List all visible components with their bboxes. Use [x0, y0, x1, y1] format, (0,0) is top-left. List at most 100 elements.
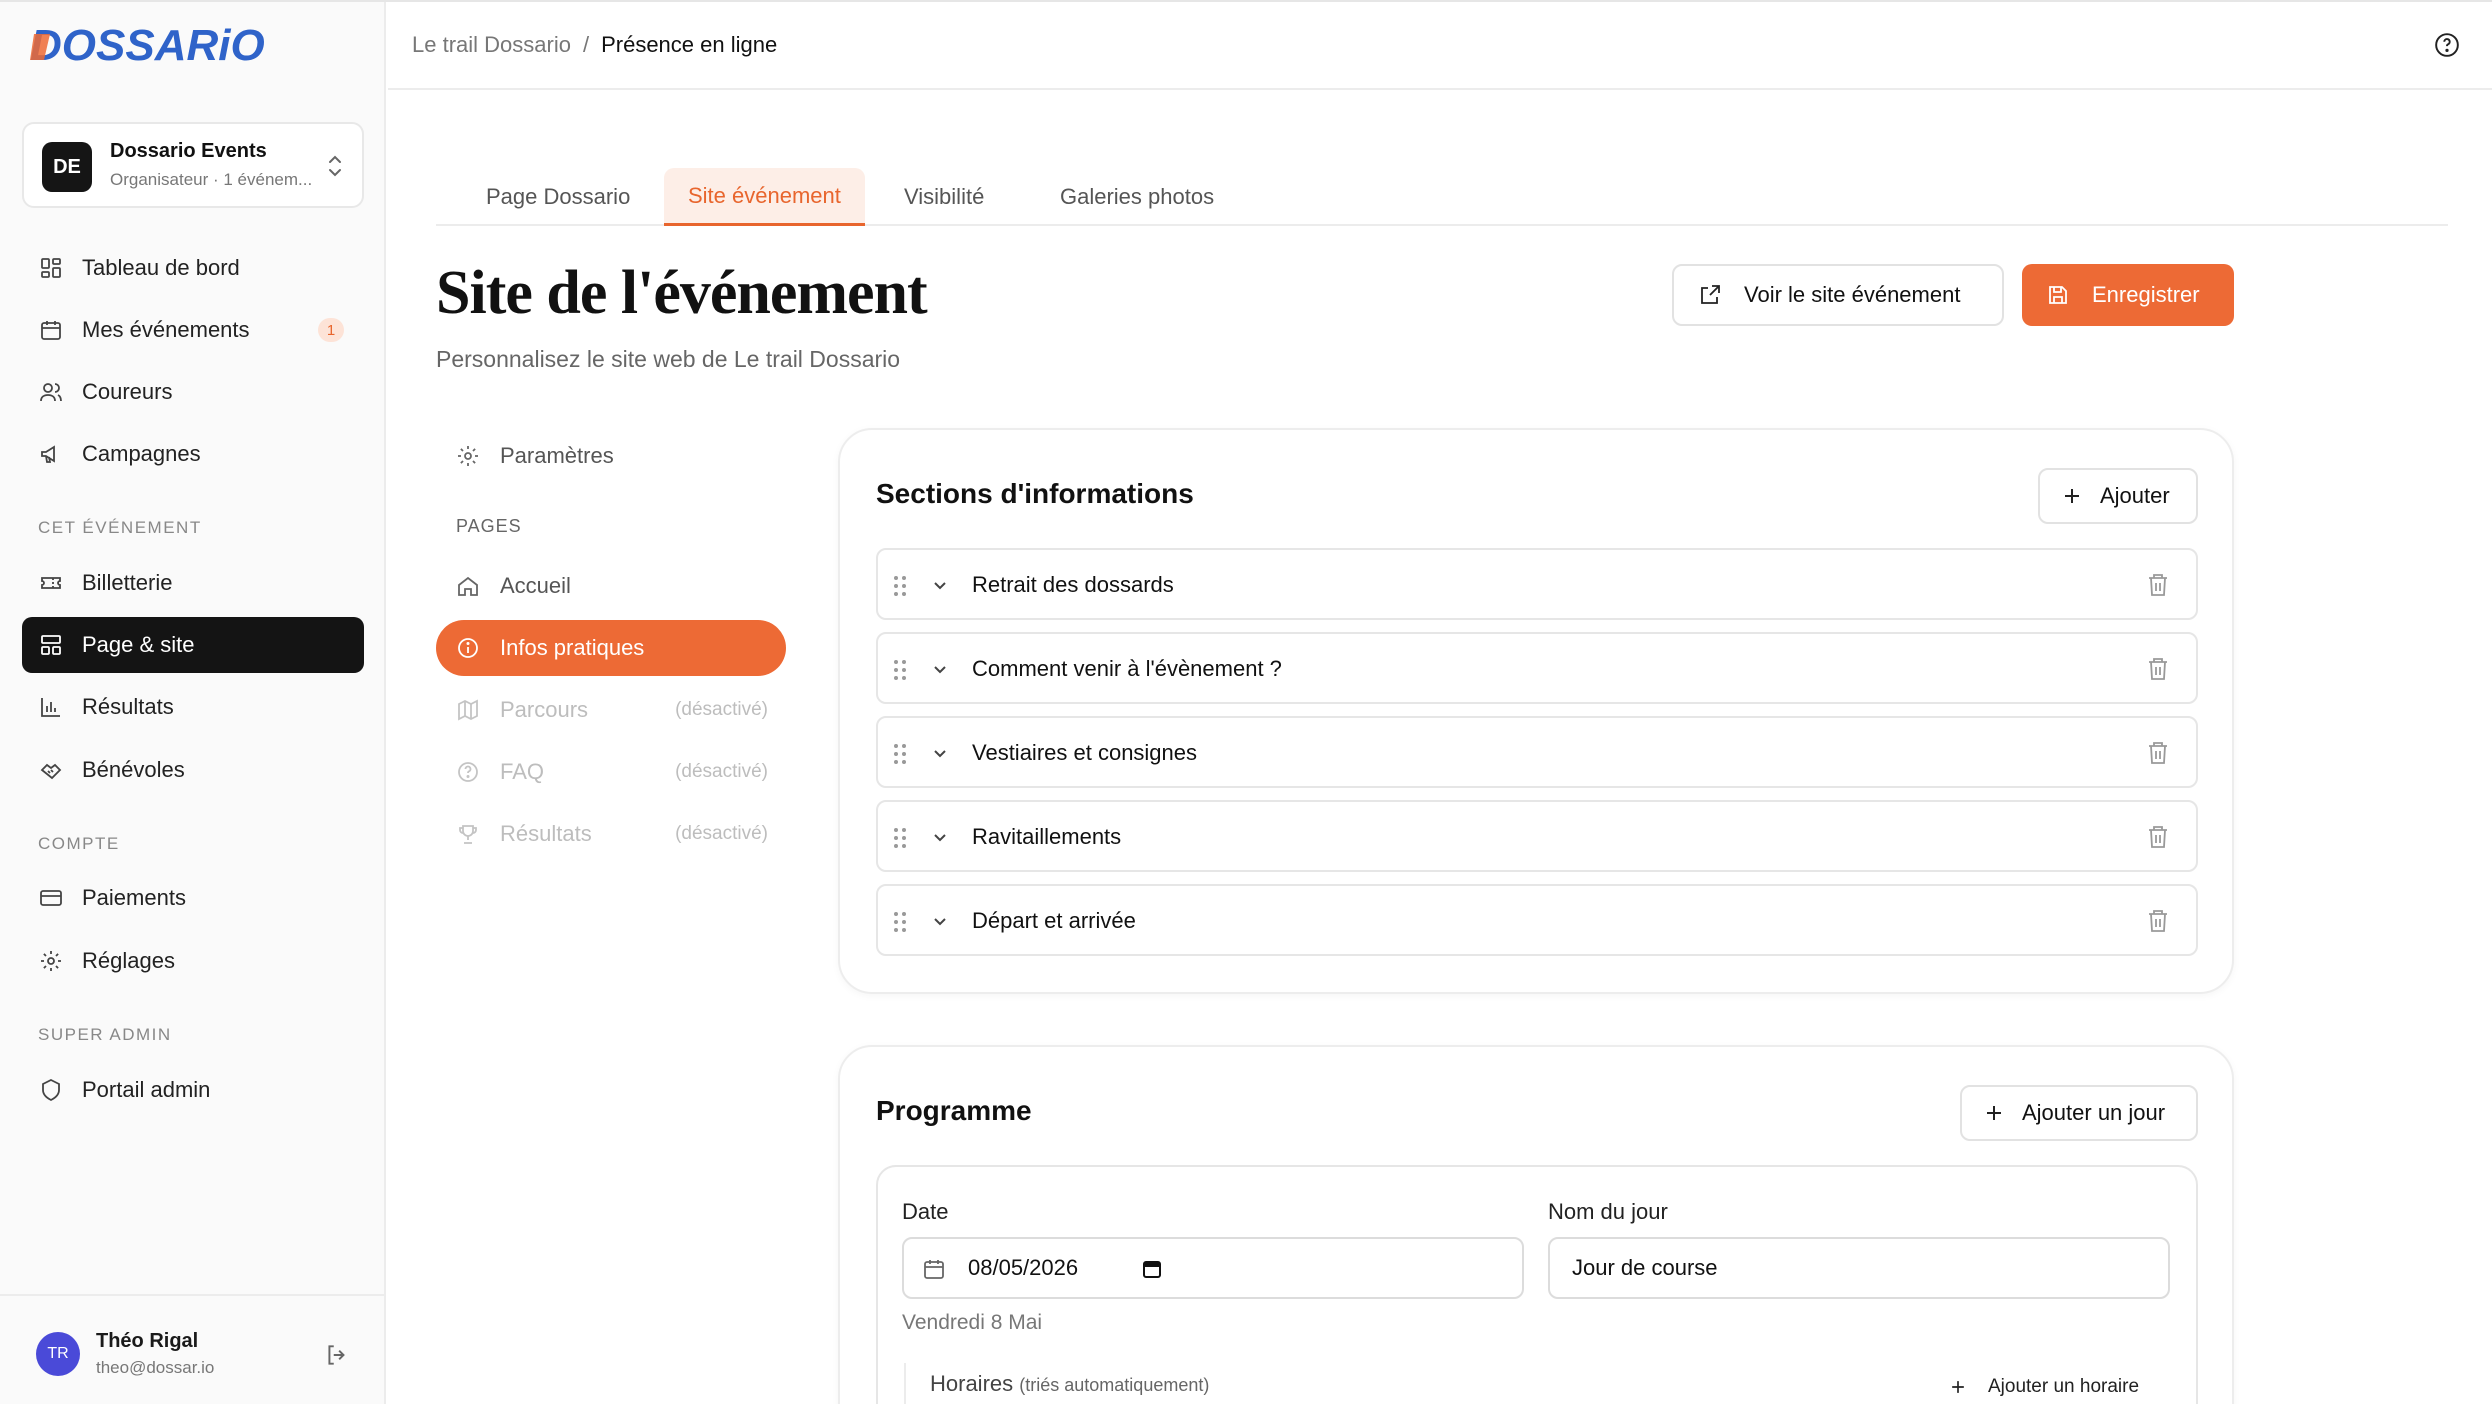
section-label-admin: SUPER ADMIN [38, 1025, 172, 1044]
sidebar-item-runners[interactable]: Coureurs [22, 364, 364, 420]
save-icon [2049, 286, 2067, 304]
chevrons-up-down-icon [329, 155, 341, 177]
sidebar-item-label: Coureurs [82, 379, 173, 404]
sidebar-item-payments[interactable]: Paiements [22, 870, 364, 926]
date-picker-icon[interactable] [1140, 1257, 1164, 1281]
section-name: Départ et arrivée [972, 908, 1136, 933]
sidebar-item-label: Tableau de bord [82, 255, 240, 280]
sidebar-item-dashboard[interactable]: Tableau de bord [22, 240, 364, 296]
programme-card: Programme Ajouter un jour Date 08/05/202… [838, 1045, 2234, 1404]
subnav-page-course[interactable]: Parcours (désactivé) [436, 682, 786, 738]
add-schedule-button[interactable]: Ajouter un horaire [1948, 1367, 2139, 1404]
gear-icon [458, 446, 478, 466]
tab-visibility[interactable]: Visibilité [880, 168, 1008, 226]
add-day-label: Ajouter un jour [2022, 1100, 2166, 1125]
info-sections-card: Sections d'informations Ajouter Retrait … [838, 428, 2234, 994]
sidebar-item-campaigns[interactable]: Campagnes [22, 426, 364, 482]
logout-icon[interactable] [324, 1342, 350, 1368]
sidebar-item-events[interactable]: Mes événements 1 [22, 302, 364, 358]
trash-icon[interactable] [2146, 908, 2170, 934]
subnav-page-practical-info[interactable]: Infos pratiques [436, 620, 786, 676]
breadcrumb: Le trail Dossario / Présence en ligne [412, 32, 777, 58]
section-name: Comment venir à l'évènement ? [972, 656, 1282, 681]
sidebar-item-label: Campagnes [82, 441, 201, 466]
subnav-settings-label: Paramètres [500, 443, 614, 468]
layout-icon [38, 632, 64, 658]
user-profile: TR Théo Rigal theo@dossar.io [0, 1294, 386, 1404]
programme-day: Date 08/05/2026 Vendredi 8 Mai Nom du jo… [876, 1165, 2198, 1404]
trash-icon[interactable] [2146, 656, 2170, 682]
date-hint: Vendredi 8 Mai [902, 1311, 1043, 1334]
drag-handle-icon[interactable] [892, 910, 908, 934]
tab-page-dossario[interactable]: Page Dossario [462, 168, 654, 226]
chevron-down-icon[interactable] [930, 660, 950, 680]
list-item[interactable]: Ravitaillements [876, 800, 2198, 872]
sidebar-item-label: Bénévoles [82, 757, 185, 782]
sidebar-item-label: Page & site [82, 632, 195, 657]
drag-handle-icon[interactable] [892, 826, 908, 850]
org-subtitle: Organisateur · 1 événem... [110, 170, 313, 189]
organization-switcher[interactable]: DE Dossario Events Organisateur · 1 évén… [22, 122, 364, 208]
subnav-page-home[interactable]: Accueil [436, 558, 786, 614]
section-name: Ravitaillements [972, 824, 1122, 849]
calendar-icon [38, 317, 64, 343]
drag-handle-icon[interactable] [892, 742, 908, 766]
trash-icon[interactable] [2146, 740, 2170, 766]
chevron-down-icon[interactable] [930, 576, 950, 596]
sidebar-item-ticketing[interactable]: Billetterie [22, 555, 364, 611]
org-avatar: DE [42, 142, 92, 192]
drag-handle-icon[interactable] [892, 574, 908, 598]
tab-photo-galleries[interactable]: Galeries photos [1036, 168, 1238, 226]
sidebar-item-settings[interactable]: Réglages [22, 933, 364, 989]
drag-handle-icon[interactable] [892, 658, 908, 682]
subnav-settings[interactable]: Paramètres [436, 428, 786, 484]
add-section-label: Ajouter [2100, 483, 2170, 508]
day-name-input[interactable]: Jour de course [1548, 1237, 2170, 1299]
chevron-down-icon[interactable] [930, 744, 950, 764]
sidebar: DOSSARiO DE Dossario Events Organisateur… [0, 2, 386, 1404]
list-item[interactable]: Vestiaires et consignes [876, 716, 2198, 788]
list-item[interactable]: Retrait des dossards [876, 548, 2198, 620]
handshake-icon [38, 757, 64, 783]
add-section-button[interactable]: Ajouter [2038, 468, 2198, 524]
dashboard-icon [38, 255, 64, 281]
subnav-page-results[interactable]: Résultats (désactivé) [436, 806, 786, 862]
sidebar-item-admin-portal[interactable]: Portail admin [22, 1062, 364, 1118]
sidebar-item-label: Mes événements [82, 317, 250, 342]
tab-event-site[interactable]: Site événement [664, 168, 865, 226]
pages-section-label: PAGES [456, 516, 522, 536]
breadcrumb-current: Présence en ligne [601, 32, 778, 57]
org-name: Dossario Events [110, 140, 267, 162]
trash-icon[interactable] [2146, 824, 2170, 850]
save-label: Enregistrer [2092, 282, 2200, 307]
trash-icon[interactable] [2146, 572, 2170, 598]
home-icon [458, 576, 478, 596]
breadcrumb-parent[interactable]: Le trail Dossario [412, 32, 571, 58]
chevron-down-icon[interactable] [930, 828, 950, 848]
page-title: Site de l'événement [436, 259, 928, 327]
add-day-button[interactable]: Ajouter un jour [1960, 1085, 2198, 1141]
subnav-page-faq[interactable]: FAQ (désactivé) [436, 744, 786, 800]
sidebar-item-label: Paiements [82, 885, 186, 910]
sidebar-item-label: Billetterie [82, 570, 173, 595]
sidebar-item-page-site[interactable]: Page & site [22, 617, 364, 673]
view-event-site-button[interactable]: Voir le site événement [1672, 264, 2004, 326]
subnav-item-label: Résultats [500, 821, 592, 846]
user-name: Théo Rigal [96, 1330, 199, 1352]
app-window: DOSSARiO DE Dossario Events Organisateur… [0, 0, 2492, 1404]
sidebar-item-volunteers[interactable]: Bénévoles [22, 742, 364, 798]
top-bar: Le trail Dossario / Présence en ligne [388, 2, 2492, 90]
date-label: Date [902, 1199, 949, 1224]
save-button[interactable]: Enregistrer [2022, 264, 2234, 326]
dossario-logo[interactable]: DOSSARiO [30, 20, 270, 70]
question-icon [458, 762, 478, 782]
tab-bar: Page Dossario Site événement Visibilité … [436, 164, 2448, 226]
chevron-down-icon[interactable] [930, 912, 950, 932]
plus-icon [2065, 489, 2079, 503]
date-field[interactable]: 08/05/2026 [902, 1237, 1524, 1299]
help-icon[interactable] [2434, 32, 2460, 58]
sidebar-item-results[interactable]: Résultats [22, 679, 364, 735]
list-item[interactable]: Comment venir à l'évènement ? [876, 632, 2198, 704]
list-item[interactable]: Départ et arrivée [876, 884, 2198, 956]
avatar: TR [36, 1332, 80, 1376]
